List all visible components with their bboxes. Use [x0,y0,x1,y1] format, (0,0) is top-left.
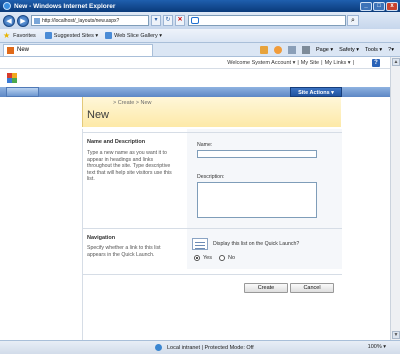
quick-launch-yes-label: Yes [203,255,212,261]
zone-text: Local intranet | Protected Mode: Off [167,344,254,351]
navigation-section-description: Specify whether a link to this list appe… [87,245,161,258]
help-menu[interactable]: ?▾ [388,47,394,53]
site-actions-menu[interactable]: Site Actions ▾ [290,87,342,97]
address-row: ◀ ▶ http://localhost/_layouts/new.aspx? … [0,12,400,29]
window-title: New - Windows Internet Explorer [14,2,116,10]
sharepoint-logo-icon [7,73,17,83]
page-title-area: > Create > New New [82,97,341,127]
suggested-sites-icon [44,32,52,39]
favorites-star-icon[interactable]: ★ [3,31,10,40]
internet-explorer-icon [3,2,11,10]
tab-new[interactable]: New [3,43,153,56]
security-zone[interactable]: Local intranet | Protected Mode: Off [155,344,254,351]
tab-row: New Page ▾ Safety ▾ Tools ▾ ?▾ [0,43,400,57]
name-section-description: Type a new name as you want it to appear… [87,150,172,183]
back-button[interactable]: ◀ [3,14,15,27]
favorites-label[interactable]: Favorites [13,33,36,39]
welcome-menu[interactable]: Welcome System Account ▾ [227,60,295,66]
print-icon[interactable] [302,45,310,54]
description-input[interactable] [197,182,317,218]
vertical-scrollbar[interactable]: ▲ ▼ [390,57,400,340]
scroll-down-arrow-icon[interactable]: ▼ [392,331,400,339]
live-search-icon [191,17,199,24]
window-title-bar: New - Windows Internet Explorer _ □ x [0,0,400,12]
command-bar: Page ▾ Safety ▾ Tools ▾ ?▾ [260,45,400,54]
quick-launch-no-radio[interactable] [219,255,225,261]
address-dropdown-button[interactable]: ▾ [151,15,161,26]
sharepoint-tab-icon [7,46,14,54]
description-label: Description: [197,174,225,180]
divider [83,132,342,133]
page-title: New [87,109,110,121]
breadcrumb[interactable]: > Create > New [113,100,152,106]
web-slice-gallery-link[interactable]: Web Slice Gallery ▾ [105,32,162,39]
name-section-heading: Name and Description [87,139,146,145]
quick-launch-question: Display this list on the Quick Launch? [213,241,300,247]
quick-launch-yes-radio[interactable] [194,255,200,261]
name-input[interactable] [197,150,317,158]
web-slice-icon [105,32,113,39]
refresh-button[interactable]: ↻ [163,15,173,26]
tab-label: New [17,47,30,53]
address-bar[interactable]: http://localhost/_layouts/new.aspx? [31,15,149,26]
stop-button[interactable]: ✕ [175,15,185,26]
maximize-button[interactable]: □ [373,1,385,11]
safety-menu[interactable]: Safety ▾ [339,47,359,53]
page-menu[interactable]: Page ▾ [316,47,333,53]
favorites-bar: ★ Favorites Suggested Sites ▾ Web Slice … [0,29,400,43]
sharepoint-top-bar: Welcome System Account ▾ | My Site | My … [0,57,390,69]
cancel-button[interactable]: Cancel [290,283,334,293]
intranet-globe-icon [155,344,162,351]
my-links-menu[interactable]: My Links ▾ [325,60,351,66]
divider [83,274,342,275]
name-label: Name: [197,142,213,148]
browser-viewport: Welcome System Account ▾ | My Site | My … [0,57,390,340]
close-button[interactable]: x [386,1,398,11]
home-icon[interactable] [260,45,268,54]
zoom-level[interactable]: 100% ▾ [368,344,386,350]
left-navigation [0,97,82,340]
create-button[interactable]: Create [244,283,288,293]
forward-button[interactable]: ▶ [17,14,29,27]
minimize-button[interactable]: _ [360,1,372,11]
help-icon[interactable]: ? [372,59,380,67]
divider [83,228,342,229]
search-button[interactable]: ⌕ [347,15,359,26]
mail-icon[interactable] [288,45,296,54]
home-tab[interactable] [6,87,39,97]
status-bar: Local intranet | Protected Mode: Off 100… [0,340,400,354]
window-controls: _ □ x [360,1,398,11]
quick-launch-no-label: No [228,255,236,261]
sharepoint-header [0,69,390,87]
my-site-link[interactable]: My Site [301,60,319,66]
suggested-sites-link[interactable]: Suggested Sites ▾ [44,32,98,39]
navigation-section-heading: Navigation [87,235,116,241]
page-icon [34,17,40,24]
separator: | [352,59,354,66]
new-list-form: Name and Description Type a new name as … [82,129,342,340]
separator: | [297,59,299,66]
feeds-icon[interactable] [274,45,282,54]
search-input[interactable] [188,15,346,26]
scroll-up-arrow-icon[interactable]: ▲ [392,58,400,66]
tools-menu[interactable]: Tools ▾ [365,47,382,53]
quick-launch-icon [192,238,208,250]
separator: | [321,59,323,66]
address-url: http://localhost/_layouts/new.aspx? [42,17,120,24]
